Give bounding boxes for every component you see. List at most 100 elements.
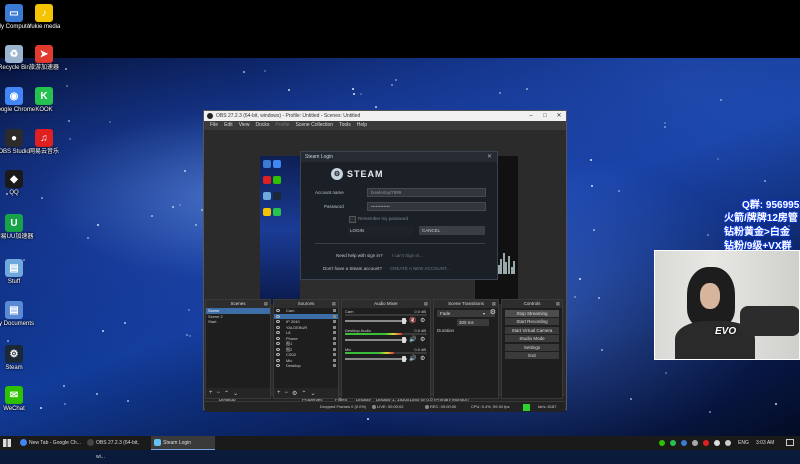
exit-button[interactable]: Exit — [505, 352, 559, 359]
volume-slider[interactable] — [345, 339, 407, 341]
lock-icon[interactable] — [333, 342, 336, 345]
create-account-link[interactable]: CREATE A NEW ACCOUNT... — [390, 266, 450, 271]
lock-icon[interactable] — [333, 309, 336, 312]
tray-icon[interactable] — [659, 440, 665, 446]
gear-icon[interactable]: ⚙ — [490, 309, 496, 316]
eye-icon[interactable] — [276, 364, 280, 367]
lock-icon[interactable] — [333, 358, 336, 362]
account-name-field[interactable]: bowlerlayt7999 — [367, 188, 486, 197]
eye-icon[interactable] — [276, 342, 280, 345]
stop-streaming-button[interactable]: Stop Streaming — [505, 309, 559, 317]
move-up-icon[interactable]: ⌃ — [301, 390, 306, 397]
lock-icon[interactable] — [333, 364, 336, 367]
tray-icon[interactable] — [681, 440, 687, 446]
eye-icon[interactable] — [276, 331, 280, 334]
lock-icon[interactable] — [333, 320, 336, 323]
clock[interactable]: 3:03 AM — [756, 436, 774, 450]
duration-input[interactable]: 300 ms — [457, 319, 489, 326]
menu-docks[interactable]: Docks — [252, 121, 272, 130]
eye-icon[interactable] — [276, 320, 280, 323]
desktop-icon[interactable]: ◆ QQ — [0, 170, 38, 197]
close-icon[interactable]: ✕ — [552, 111, 566, 121]
add-icon[interactable]: + — [209, 390, 213, 396]
desktop-icon[interactable]: ▤ My Documents — [0, 301, 38, 328]
move-down-icon[interactable]: ⌄ — [310, 390, 315, 397]
menu-scene-collection[interactable]: Scene Collection — [293, 121, 337, 130]
remove-icon[interactable]: − — [285, 390, 289, 396]
gear-icon[interactable]: ⚙ — [420, 355, 425, 362]
tray-icon[interactable] — [714, 440, 720, 446]
eye-icon[interactable] — [276, 347, 280, 351]
desktop-icon[interactable]: U 网易UU加速器 — [0, 214, 38, 241]
add-icon[interactable]: + — [277, 390, 281, 396]
taskbar-steam-login[interactable]: Steam Login — [151, 436, 215, 450]
dock-popout-icon[interactable]: ▦ — [264, 300, 268, 308]
eye-icon[interactable] — [276, 353, 280, 356]
menu-tools[interactable]: Tools — [336, 121, 354, 130]
transition-select[interactable]: Fade ▾ ⚙ — [437, 309, 496, 317]
lock-icon[interactable] — [333, 314, 336, 318]
eye-icon[interactable] — [276, 314, 280, 318]
tray-icon[interactable] — [692, 440, 698, 446]
menu-help[interactable]: Help — [354, 121, 370, 130]
gear-icon[interactable]: ⚙ — [420, 336, 425, 343]
language-indicator[interactable]: ENG — [738, 436, 749, 450]
desktop-icon[interactable]: ➤ 旅游加速器 — [20, 45, 68, 72]
scene-item[interactable]: Start — [206, 319, 270, 325]
windows-start-icon[interactable] — [3, 439, 11, 447]
lock-icon[interactable] — [333, 353, 336, 356]
desktop-icon[interactable]: ✉ WeChat — [0, 386, 38, 413]
menu-profile[interactable]: Profile — [272, 121, 292, 130]
volume-slider-handle[interactable] — [402, 337, 406, 343]
start-virtual-camera-button[interactable]: Start Virtual Camera — [505, 326, 559, 334]
move-down-icon[interactable]: ⌄ — [233, 390, 238, 397]
dock-popout-icon[interactable]: ▦ — [492, 300, 496, 308]
obs-titlebar[interactable]: OBS 27.2.3 (64-bit, windows) - Profile: … — [204, 111, 566, 121]
remember-password-checkbox[interactable] — [349, 216, 356, 223]
menu-view[interactable]: View — [236, 121, 253, 130]
menu-edit[interactable]: Edit — [221, 121, 236, 130]
volume-slider[interactable] — [345, 320, 407, 322]
lock-icon[interactable] — [333, 325, 336, 329]
speaker-icon[interactable]: 🔊 — [409, 355, 416, 362]
gear-icon[interactable]: ⚙ — [420, 317, 425, 324]
taskbar-obs[interactable]: OBS 27.2.3 (64-bit, wi... — [84, 436, 148, 460]
steam-login-dialog[interactable]: Steam Login ✕ ⚙ STEAM Account name bowle… — [300, 151, 498, 280]
dock-popout-icon[interactable]: ▦ — [424, 300, 428, 308]
cant-sign-in-link[interactable]: I can't Sign In... — [392, 253, 423, 258]
password-field[interactable]: •••••••••••• — [367, 202, 486, 211]
eye-icon[interactable] — [276, 358, 280, 362]
volume-slider-handle[interactable] — [402, 356, 406, 362]
close-icon[interactable]: ✕ — [487, 152, 492, 162]
minimize-icon[interactable]: – — [524, 111, 538, 121]
login-button[interactable]: LOGIN — [347, 226, 413, 235]
muted-speaker-icon[interactable]: 🔇 — [409, 317, 416, 324]
tray-icon[interactable] — [703, 440, 709, 446]
eye-icon[interactable] — [276, 325, 280, 329]
speaker-icon[interactable]: 🔊 — [409, 336, 416, 343]
cancel-button[interactable]: CANCEL — [419, 226, 485, 235]
lock-icon[interactable] — [333, 347, 336, 351]
move-up-icon[interactable]: ⌃ — [224, 390, 229, 397]
start-recording-button[interactable]: Start Recording — [505, 318, 559, 325]
gear-icon[interactable]: ⚙ — [292, 390, 297, 397]
lock-icon[interactable] — [333, 336, 336, 340]
desktop-icon[interactable]: K KOOK — [20, 87, 68, 114]
volume-slider-handle[interactable] — [402, 318, 406, 324]
steam-dialog-titlebar[interactable]: Steam Login ✕ — [301, 152, 497, 162]
dock-popout-icon[interactable]: ▦ — [556, 300, 560, 308]
desktop-icon[interactable]: ♫ 网易云音乐 — [20, 129, 68, 156]
tray-icon[interactable] — [670, 440, 676, 446]
maximize-icon[interactable]: □ — [538, 111, 552, 121]
lock-icon[interactable] — [333, 331, 336, 334]
volume-slider[interactable] — [345, 358, 407, 360]
notifications-icon[interactable] — [786, 439, 794, 446]
source-item[interactable]: Desktop — [274, 363, 338, 369]
desktop-icon[interactable]: ⚙ Steam — [0, 345, 38, 372]
dock-popout-icon[interactable]: ▦ — [332, 300, 336, 308]
volume-icon[interactable] — [725, 440, 731, 446]
remove-icon[interactable]: − — [217, 390, 221, 396]
menu-file[interactable]: File — [207, 121, 221, 130]
settings-button[interactable]: Settings — [505, 343, 559, 351]
desktop-icon[interactable]: ▤ Stuff — [0, 259, 38, 286]
